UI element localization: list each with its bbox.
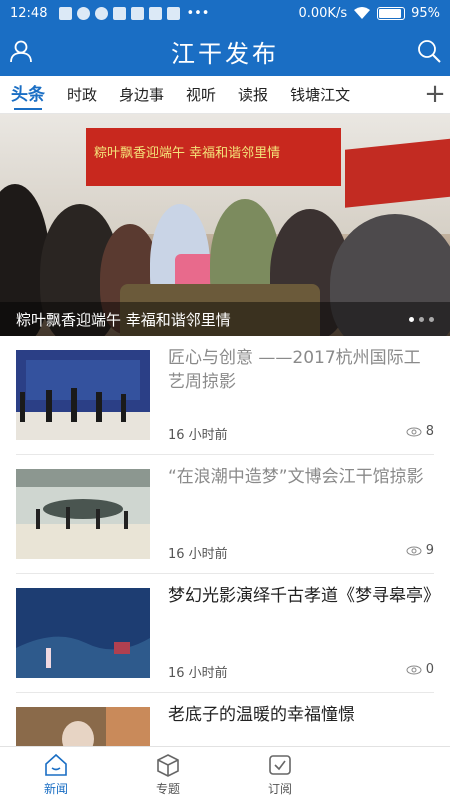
checkbox-icon	[269, 755, 291, 775]
net-speed: 0.00K/s	[298, 5, 348, 21]
status-time: 12:48	[10, 5, 48, 21]
news-time: 16 小时前	[168, 428, 228, 443]
news-view-count: 8	[425, 424, 434, 439]
nav-topics[interactable]: 专题	[112, 747, 224, 800]
news-thumbnail	[16, 588, 150, 678]
eye-icon	[406, 546, 422, 555]
news-views: 8	[406, 424, 434, 439]
news-item[interactable]: 老底子的温暖的幸福憧憬	[0, 693, 450, 746]
news-list: 匠心与创意 ——2017杭州国际工艺周掠影 16 小时前 8 “在浪潮中造梦”文…	[0, 336, 450, 746]
news-title: 匠心与创意 ——2017杭州国际工艺周掠影	[168, 348, 421, 392]
banner-caption: 粽叶飘香迎端午 幸福和谐邻里情	[16, 310, 231, 329]
banner-carousel[interactable]: 粽叶飘香迎端午 幸福和谐邻里情 粽叶飘香迎端午 幸福和谐邻里情	[0, 114, 450, 336]
news-item[interactable]: 匠心与创意 ——2017杭州国际工艺周掠影 16 小时前 8	[0, 336, 450, 455]
news-view-count: 9	[425, 543, 434, 558]
cube-icon	[157, 754, 179, 777]
carousel-dot[interactable]	[429, 316, 434, 322]
news-view-count: 0	[425, 662, 434, 677]
news-thumbnail	[16, 469, 150, 559]
tab-qiantang[interactable]: 钱塘江文	[279, 76, 361, 113]
news-time: 16 小时前	[168, 666, 228, 681]
tab-video[interactable]: 视听	[175, 76, 227, 113]
eye-icon	[406, 427, 422, 436]
eye-icon	[406, 665, 422, 674]
nav-news-label: 新闻	[43, 782, 68, 796]
tab-politics[interactable]: 时政	[56, 76, 108, 113]
news-thumbnail	[16, 707, 150, 746]
bottom-nav: 新闻 专题 订阅	[0, 746, 450, 800]
news-views: 0	[406, 662, 434, 677]
user-icon[interactable]	[8, 38, 34, 64]
nav-topics-label: 专题	[155, 782, 180, 796]
category-tabs: 头条 时政 身边事 视听 读报 钱塘江文 +	[0, 76, 450, 114]
notification-more: •••	[186, 5, 210, 21]
nav-news[interactable]: 新闻	[0, 747, 112, 800]
tab-newspaper[interactable]: 读报	[227, 76, 279, 113]
carousel-dot[interactable]	[409, 316, 414, 322]
notification-icons	[59, 6, 181, 20]
search-icon[interactable]	[416, 38, 442, 64]
nav-subscribe[interactable]: 订阅	[224, 747, 336, 800]
nav-subscribe-label: 订阅	[267, 782, 292, 796]
battery-icon	[377, 6, 406, 20]
battery-level: 95%	[411, 5, 440, 21]
banner-sign: 粽叶飘香迎端午 幸福和谐邻里情	[86, 128, 341, 186]
news-views: 9	[406, 543, 434, 558]
news-time: 16 小时前	[168, 547, 228, 562]
banner-caption-bar: 粽叶飘香迎端午 幸福和谐邻里情	[0, 302, 450, 336]
news-title: 老底子的温暖的幸福憧憬	[168, 705, 355, 725]
status-bar: 12:48 ••• 0.00K/s 95%	[0, 0, 450, 26]
add-tab-button[interactable]: +	[420, 76, 450, 113]
tab-local[interactable]: 身边事	[108, 76, 175, 113]
carousel-dot[interactable]	[419, 316, 424, 322]
tab-headlines[interactable]: 头条	[0, 76, 56, 113]
news-title: “在浪潮中造梦”文博会江干馆掠影	[168, 467, 424, 487]
wifi-icon	[354, 7, 371, 19]
app-header: 江干发布	[0, 26, 450, 76]
carousel-dots	[409, 316, 434, 322]
news-thumbnail	[16, 350, 150, 440]
app-title: 江干发布	[171, 39, 279, 68]
home-icon	[45, 753, 67, 776]
news-item[interactable]: 梦幻光影演绎千古孝道《梦寻皋亭》 16 小时前 0	[0, 574, 450, 693]
news-item[interactable]: “在浪潮中造梦”文博会江干馆掠影 16 小时前 9	[0, 455, 450, 574]
news-title: 梦幻光影演绎千古孝道《梦寻皋亭》	[168, 586, 440, 606]
